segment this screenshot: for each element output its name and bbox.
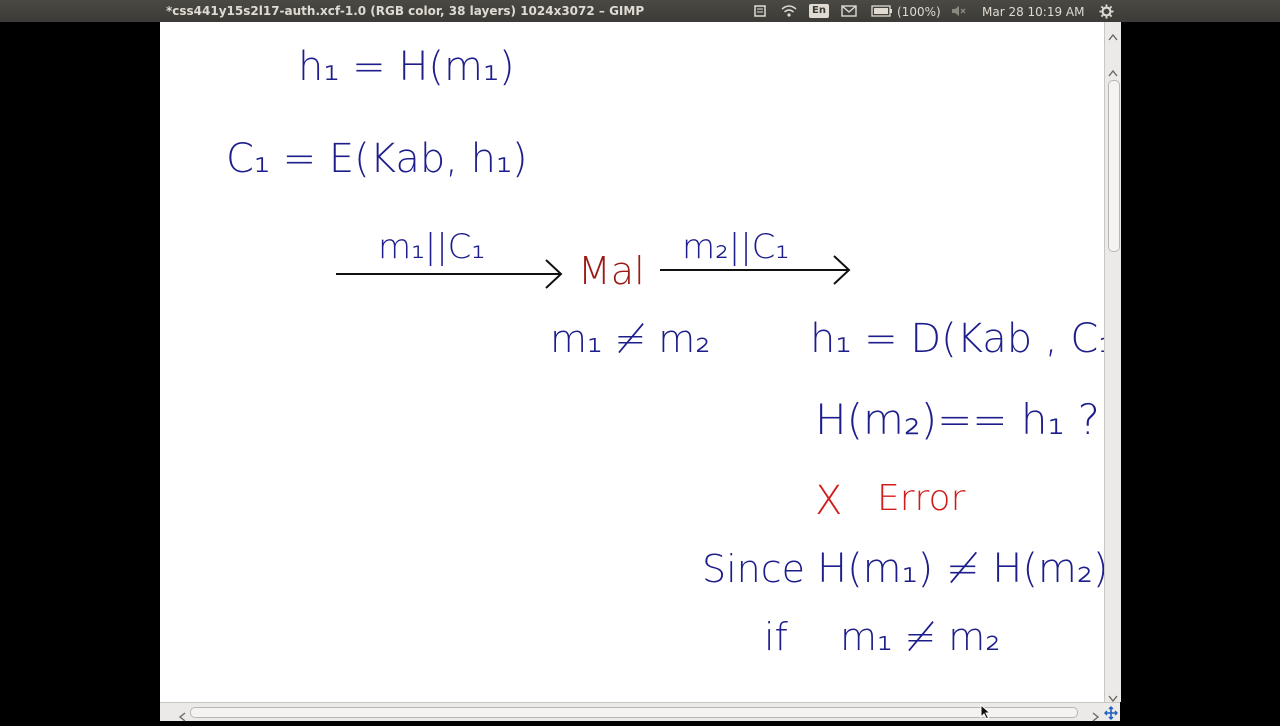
clock[interactable]: Mar 28 10:19 AM [982, 4, 1085, 20]
error-label: Error [877, 478, 966, 519]
scroll-up-icon[interactable] [1108, 26, 1118, 45]
vertical-scrollbar[interactable] [1104, 22, 1121, 703]
mal-label: Mal [578, 249, 645, 293]
battery-icon[interactable] [869, 3, 895, 19]
if-label: if [764, 615, 789, 659]
horizontal-scroll-thumb[interactable] [190, 707, 1078, 718]
error-mark: X [815, 478, 842, 524]
hash-check: H(m₂)== h₁ ? [815, 395, 1100, 444]
since-label: Since [702, 547, 805, 591]
scroll-right-icon[interactable] [1092, 707, 1100, 726]
wifi-icon[interactable] [779, 3, 799, 19]
mouse-cursor-icon [980, 703, 992, 724]
message-2-label: m₂||C₁ [682, 227, 789, 267]
scroll-up-secondary-icon[interactable] [1108, 62, 1118, 81]
mail-icon[interactable] [839, 3, 859, 19]
encrypt-equation: C₁ = E(Kab, h₁) [226, 136, 528, 182]
navigate-icon[interactable] [1104, 705, 1118, 724]
since-expression: H(m₁) ≠ H(m₂) [817, 546, 1104, 592]
battery-percent: (100%) [897, 5, 941, 19]
top-panel: *css441y15s2l17-auth.xcf-1.0 (RGB color,… [0, 0, 1280, 22]
dropbox-icon[interactable] [751, 3, 769, 19]
hash-equation: h₁ = H(m₁) [298, 44, 515, 90]
image-canvas[interactable]: h₁ = H(m₁) C₁ = E(Kab, h₁) m₁||C₁ Mal m₁… [160, 22, 1104, 702]
decrypt-equation: h₁ = D(Kab , C₁) [810, 316, 1104, 362]
mal-inequality: m₁ ≠ m₂ [550, 317, 711, 361]
if-expression: m₁ ≠ m₂ [840, 615, 1001, 659]
scroll-left-icon[interactable] [178, 707, 186, 726]
message-1-label: m₁||C₁ [378, 227, 485, 267]
gear-icon[interactable] [1096, 3, 1116, 19]
horizontal-scrollbar[interactable] [160, 702, 1120, 724]
window-title: *css441y15s2l17-auth.xcf-1.0 (RGB color,… [166, 4, 645, 18]
keyboard-layout-indicator[interactable]: En [808, 3, 830, 19]
vertical-scroll-thumb[interactable] [1108, 80, 1120, 252]
drawing-layer: h₁ = H(m₁) C₁ = E(Kab, h₁) m₁||C₁ Mal m₁… [226, 44, 1104, 659]
volume-muted-icon[interactable] [949, 3, 969, 19]
